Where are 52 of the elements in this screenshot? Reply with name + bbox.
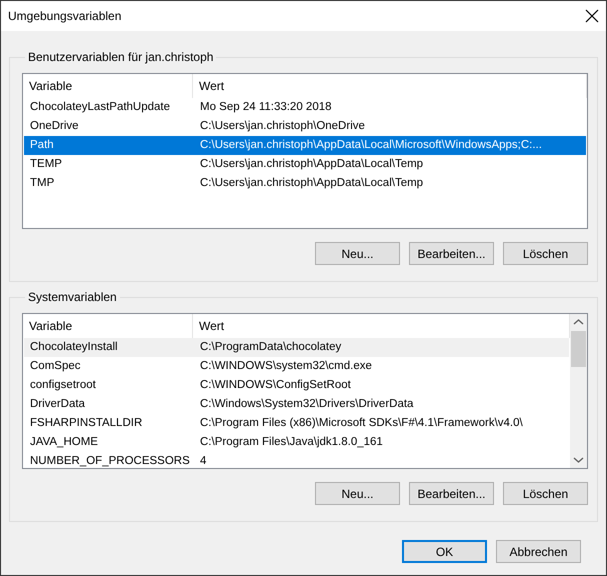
list-row[interactable]: ChocolateyLastPathUpdate Mo Sep 24 11:33:20 2018 [24,98,586,117]
variable-value: C:\Program Files (x86)\Microsoft SDKs\F#\4.1\Framework\v4.0\ [199,416,524,431]
list-row[interactable]: ChocolateyInstall C:\ProgramData\chocolatey [24,338,569,357]
variable-name: ChocolateyInstall [29,340,119,355]
list-row[interactable]: NUMBER_OF_PROCESSORS 4 [24,452,569,468]
group-title: Benutzervariablen für jan.christoph [27,50,214,64]
variable-value: Mo Sep 24 11:33:20 2018 [199,100,333,115]
list-row[interactable]: configsetroot C:\WINDOWS\ConfigSetRoot [24,376,569,395]
variable-name: TEMP [29,157,63,172]
variable-name: ChocolateyLastPathUpdate [29,100,172,115]
list-row[interactable]: Path C:\Users\jan.christoph\AppData\Local\Microsoft\WindowsApps;C:... [24,136,586,155]
variable-name: OneDrive [29,119,80,134]
variable-value: C:\ProgramData\chocolatey [199,340,342,355]
list-row[interactable]: TMP C:\Users\jan.christoph\AppData\Local\Temp [24,174,586,193]
variable-name: DriverData [29,397,86,412]
variable-name: Path [29,138,55,153]
action-button[interactable]: Löschen [503,482,588,505]
action-button[interactable]: Bearbeiten... [409,482,494,505]
action-button[interactable]: Bearbeiten... [409,242,494,265]
action-button[interactable]: Neu... [315,482,400,505]
close-icon[interactable] [585,9,599,23]
list-row[interactable]: FSHARPINSTALLDIR C:\Program Files (x86)\Microsoft SDKs\F#\4.1\Framework\v4.0\ [24,414,569,433]
variable-name: NUMBER_OF_PROCESSORS [29,454,191,468]
variable-value: C:\Users\jan.christoph\AppData\Local\Microsoft\WindowsApps;C:... [199,138,543,153]
action-button[interactable]: Löschen [503,242,588,265]
window-title: Umgebungsvariablen [8,9,122,23]
group-title: Systemvariablen [27,290,118,304]
dialog-button[interactable]: Abbrechen [496,540,581,563]
variable-name: configsetroot [29,378,97,393]
variable-value: C:\Users\jan.christoph\OneDrive [199,119,366,134]
variable-name: FSHARPINSTALLDIR [29,416,144,431]
variable-value: C:\Program Files\Java\jdk1.8.0_161 [199,435,384,450]
list-row[interactable]: DriverData C:\Windows\System32\Drivers\DriverData [24,395,569,414]
variable-value: 4 [199,454,208,468]
list-row[interactable]: OneDrive C:\Users\jan.christoph\OneDrive [24,117,586,136]
variable-value: C:\Users\jan.christoph\AppData\Local\Temp [199,176,424,191]
variable-value: C:\WINDOWS\ConfigSetRoot [199,378,352,393]
variable-value: C:\Windows\System32\Drivers\DriverData [199,397,414,412]
action-button[interactable]: Neu... [315,242,400,265]
list-row[interactable]: TEMP C:\Users\jan.christoph\AppData\Local\Temp [24,155,586,174]
variable-name: TMP [29,176,56,191]
variable-name: ComSpec [29,359,82,374]
dialog-button[interactable]: OK [402,540,487,563]
list-row[interactable]: ComSpec C:\WINDOWS\system32\cmd.exe [24,357,569,376]
variable-value: C:\WINDOWS\system32\cmd.exe [199,359,373,374]
variable-value: C:\Users\jan.christoph\AppData\Local\Temp [199,157,424,172]
scrollbar[interactable] [570,314,587,468]
column-header[interactable]: Wert [193,74,587,98]
scroll-thumb[interactable] [571,331,586,367]
list-row[interactable]: JAVA_HOME C:\Program Files\Java\jdk1.8.0_161 [24,433,569,452]
column-header[interactable]: Variable [23,74,193,98]
variable-name: JAVA_HOME [29,435,99,450]
